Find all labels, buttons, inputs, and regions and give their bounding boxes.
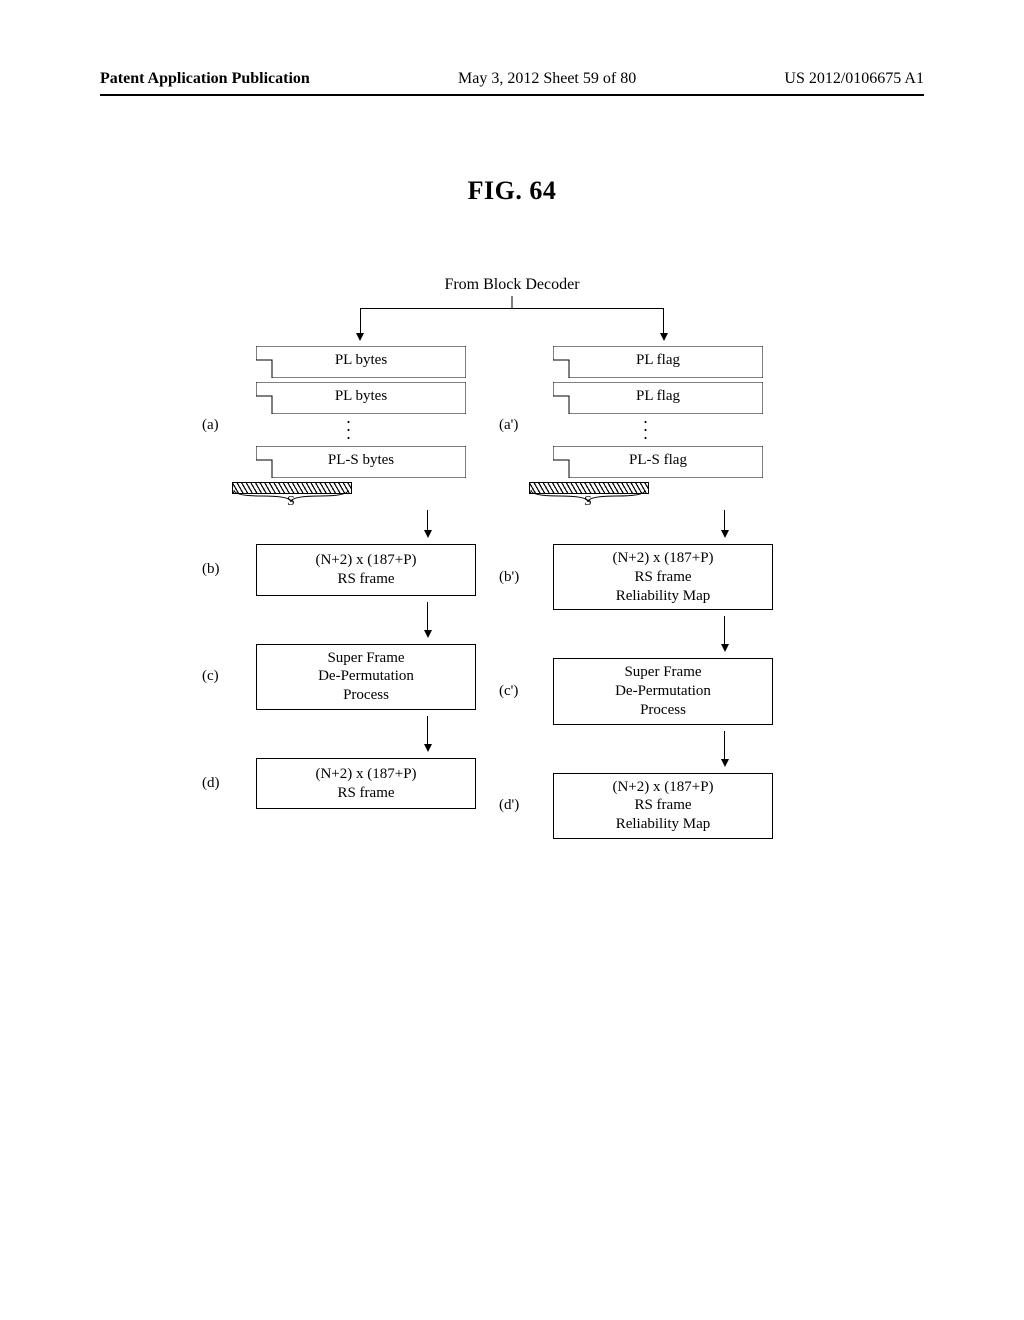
rs-frame-box: (N+2) x (187+P) RS frame [256,544,476,596]
arrow-down-icon [360,602,495,638]
notched-box: PL-S flag [553,446,763,478]
d-line1: (N+2) x (187+P) [261,765,471,784]
left-column: (a) PL bytes PL bytes ··· [232,346,495,839]
process-box: Super Frame De-Permutation Process [256,644,476,710]
notched-box: PL bytes [256,346,466,378]
rs-frame-reliability-box: (N+2) x (187+P) RS frame Reliability Map [553,544,773,610]
c-line3: Process [261,686,471,705]
header-center: May 3, 2012 Sheet 59 of 80 [458,70,636,88]
step-label-b: (b) [202,561,232,578]
hatched-bar: S [232,482,466,504]
d-line2: RS frame [261,784,471,803]
arrow-down-icon [356,333,364,341]
c-line2: De-Permutation [558,682,768,701]
arrow-down-icon [660,333,668,341]
step-label-b-prime: (b') [499,569,529,586]
pl-bytes-2: PL bytes [256,388,466,405]
c-line1: Super Frame [261,649,471,668]
rs-frame-reliability-box: (N+2) x (187+P) RS frame Reliability Map [553,773,773,839]
header-rule [100,94,924,96]
arrow-down-icon [657,616,792,652]
b-line1: (N+2) x (187+P) [261,551,471,570]
step-label-c-prime: (c') [499,683,529,700]
fork-split [232,296,792,346]
pl-s-flag: PL-S flag [553,452,763,469]
step-label-a: (a) [202,417,232,434]
vertical-ellipsis-icon: ··· [529,418,763,442]
rs-frame-box: (N+2) x (187+P) RS frame [256,758,476,810]
d-line2: RS frame [558,796,768,815]
process-box: Super Frame De-Permutation Process [553,658,773,724]
arrow-down-icon [360,716,495,752]
notched-box: PL flag [553,346,763,378]
c-line1: Super Frame [558,663,768,682]
step-label-d: (d) [202,775,232,792]
hatched-bar: S [529,482,763,504]
notched-box: PL-S bytes [256,446,466,478]
b-line3: Reliability Map [558,587,768,606]
s-label: S [584,494,592,510]
pl-bytes-1: PL bytes [256,352,466,369]
b-line1: (N+2) x (187+P) [558,549,768,568]
patent-page: Patent Application Publication May 3, 20… [0,0,1024,899]
step-label-a-prime: (a') [499,417,529,434]
b-line2: RS frame [558,568,768,587]
right-column: (a') PL flag PL flag ··· [529,346,792,839]
s-label: S [287,494,295,510]
page-header: Patent Application Publication May 3, 20… [100,70,924,88]
arrow-down-icon [360,510,495,538]
b-line2: RS frame [261,570,471,589]
d-line1: (N+2) x (187+P) [558,778,768,797]
header-right: US 2012/0106675 A1 [784,70,924,88]
d-line3: Reliability Map [558,815,768,834]
arrow-down-icon [657,731,792,767]
diagram: From Block Decoder (a) PL bytes [232,276,792,839]
header-left: Patent Application Publication [100,70,310,88]
pl-flag-1: PL flag [553,352,763,369]
step-label-d-prime: (d') [499,797,529,814]
pl-s-bytes: PL-S bytes [256,452,466,469]
notched-box: PL bytes [256,382,466,414]
arrow-down-icon [657,510,792,538]
c-line3: Process [558,701,768,720]
pl-flag-2: PL flag [553,388,763,405]
step-label-c: (c) [202,668,232,685]
vertical-ellipsis-icon: ··· [232,418,466,442]
notched-box: PL flag [553,382,763,414]
c-line2: De-Permutation [261,667,471,686]
figure-title: FIG. 64 [100,176,924,206]
top-label: From Block Decoder [232,276,792,294]
